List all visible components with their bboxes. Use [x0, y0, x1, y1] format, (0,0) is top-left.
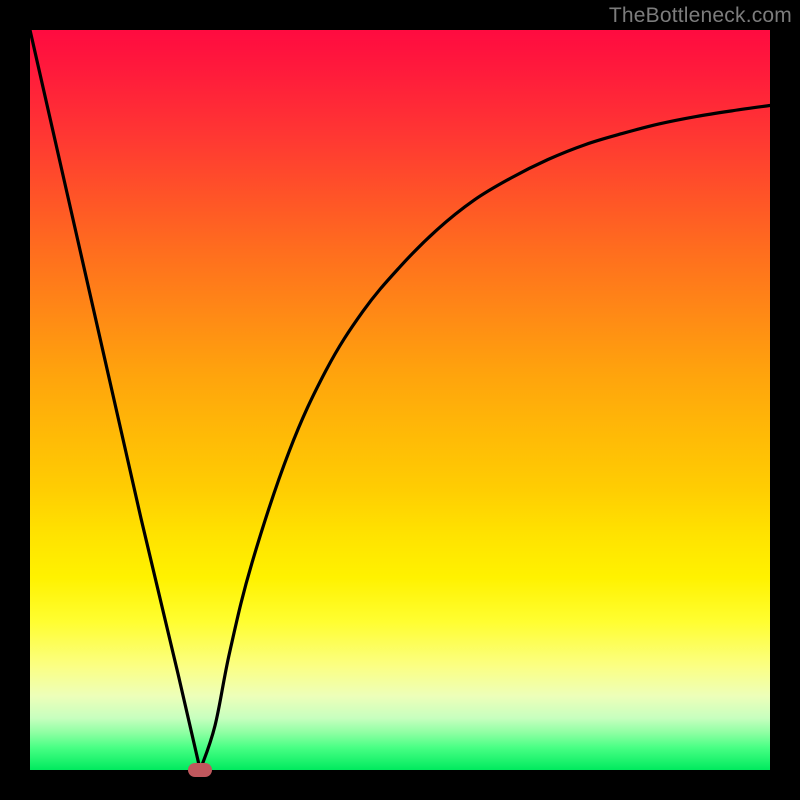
attribution-text: TheBottleneck.com	[609, 4, 792, 28]
chart-container: TheBottleneck.com	[0, 0, 800, 800]
plot-area	[30, 30, 770, 770]
curve-svg	[30, 30, 770, 770]
bottleneck-curve-path	[30, 30, 770, 770]
optimal-marker	[188, 763, 212, 777]
